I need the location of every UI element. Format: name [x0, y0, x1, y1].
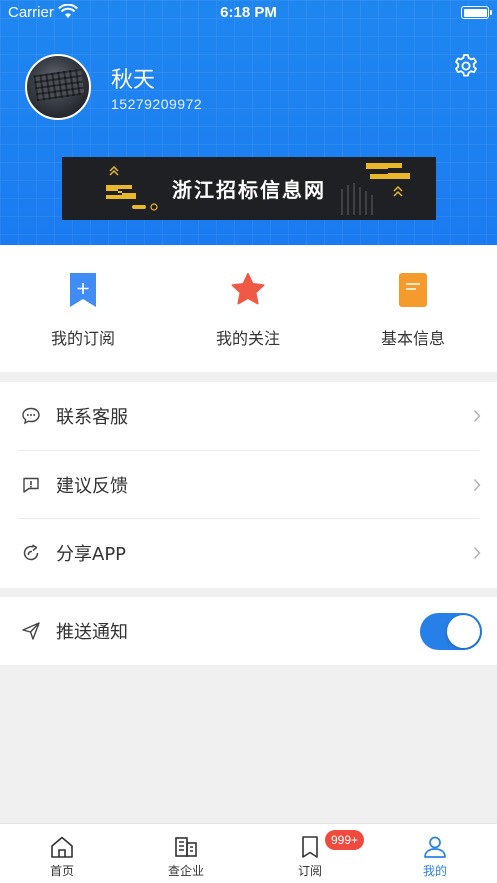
chat-icon — [22, 408, 40, 425]
star-icon — [231, 273, 265, 305]
menu-list: 联系客服 建议反馈 分享APP — [0, 382, 497, 588]
user-icon — [424, 836, 446, 858]
menu-item-feedback[interactable]: 建议反馈 — [0, 451, 497, 519]
quick-basic-info[interactable]: 基本信息 — [353, 271, 473, 349]
status-bar: Carrier 6:18 PM — [0, 0, 497, 26]
clock: 6:18 PM — [220, 4, 277, 21]
avatar[interactable] — [25, 54, 91, 120]
push-notification-row: 推送通知 — [0, 597, 497, 665]
menu-item-label: 分享APP — [56, 544, 127, 566]
banner-title: 浙江招标信息网 — [172, 178, 326, 202]
quick-label: 基本信息 — [380, 329, 445, 348]
quick-label: 我的订阅 — [50, 329, 115, 348]
profile-header: Carrier 6:18 PM 秋天 15279209972 浙江招标信息网 — [0, 0, 497, 245]
banner-left-decoration — [106, 165, 158, 211]
subscription-badge: 999+ — [325, 830, 365, 850]
bookmark-plus-icon — [70, 273, 96, 307]
share-icon — [23, 544, 39, 561]
menu-item-label: 建议反馈 — [56, 475, 128, 497]
tab-bar: 首页 查企业 订阅 我的 — [0, 823, 497, 883]
push-label: 推送通知 — [56, 622, 128, 643]
menu-item-label: 联系客服 — [56, 407, 128, 429]
chevron-right-icon — [473, 478, 481, 491]
chevron-right-icon — [473, 547, 481, 560]
battery-icon — [461, 6, 492, 19]
bookmark-icon — [302, 836, 318, 858]
settings-gear-icon[interactable] — [453, 53, 479, 79]
banner-right-decoration — [341, 163, 410, 215]
quick-label: 我的关注 — [215, 329, 280, 348]
home-icon — [51, 836, 73, 858]
menu-item-contact-service[interactable]: 联系客服 — [0, 382, 497, 451]
user-name: 秋天 — [111, 68, 156, 93]
tab-label: 首页 — [49, 864, 74, 878]
quick-my-follows[interactable]: 我的关注 — [188, 271, 308, 349]
tab-company[interactable]: 查企业 — [124, 824, 248, 883]
send-icon — [22, 622, 40, 640]
tab-label: 订阅 — [297, 864, 322, 878]
tab-home[interactable]: 首页 — [0, 824, 124, 883]
quick-my-subscriptions[interactable]: 我的订阅 — [23, 271, 143, 349]
user-phone: 15279209972 — [111, 96, 203, 112]
tab-mine[interactable]: 我的 — [373, 824, 497, 883]
chevron-right-icon — [473, 410, 481, 423]
push-toggle[interactable] — [420, 613, 482, 650]
tab-label: 查企业 — [167, 864, 204, 878]
tab-label: 我的 — [422, 864, 447, 878]
menu-item-share-app[interactable]: 分享APP — [0, 519, 497, 588]
site-banner[interactable]: 浙江招标信息网 — [62, 157, 436, 220]
company-icon — [175, 837, 197, 857]
feedback-icon — [23, 477, 39, 493]
quick-actions: 我的订阅 我的关注 基本信息 — [0, 245, 497, 372]
document-icon — [399, 273, 427, 307]
toggle-knob — [447, 615, 480, 648]
